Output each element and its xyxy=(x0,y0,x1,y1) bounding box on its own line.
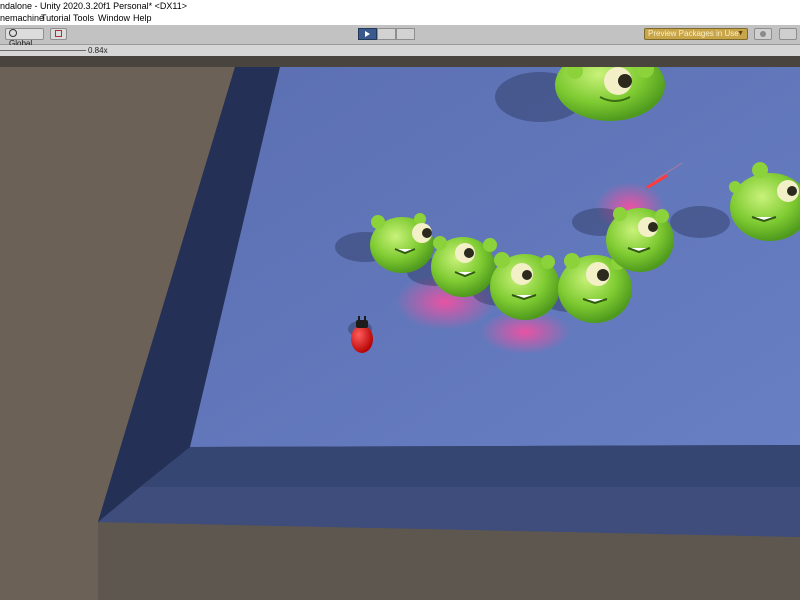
slime-enemy xyxy=(490,252,560,320)
play-controls xyxy=(358,28,416,40)
menu-bar: nemachine Tutorial Tools Window Help xyxy=(0,12,800,25)
preview-packages-label: Preview Packages in Use xyxy=(648,29,739,38)
menu-window[interactable]: Window xyxy=(98,12,130,25)
globe-icon xyxy=(9,29,17,37)
grid-snap-button[interactable] xyxy=(50,28,67,40)
menu-tools[interactable]: Tools xyxy=(73,12,94,25)
account-button[interactable] xyxy=(779,28,797,40)
pivot-rotation-global-button[interactable]: Global xyxy=(5,28,44,48)
menu-help[interactable]: Help xyxy=(133,12,152,25)
game-view-top-edge xyxy=(0,56,800,67)
play-button[interactable] xyxy=(358,28,377,40)
preview-packages-dropdown[interactable]: Preview Packages in Use ▼ xyxy=(644,28,748,40)
pause-button[interactable] xyxy=(377,28,396,40)
step-button[interactable] xyxy=(396,28,415,40)
main-toolbar: Global Preview Packages in Use ▼ xyxy=(0,25,800,48)
window-title-bar: ndalone - Unity 2020.3.20f1 Personal* <D… xyxy=(0,0,800,12)
wall-front-top xyxy=(140,445,800,487)
cloud-button[interactable] xyxy=(754,28,772,40)
menu-tutorial[interactable]: Tutorial xyxy=(41,12,71,25)
chevron-down-icon: ▼ xyxy=(737,30,744,37)
menu-cinemachine[interactable]: nemachine xyxy=(0,12,44,25)
cloud-icon xyxy=(760,31,766,37)
play-icon xyxy=(365,31,370,37)
window-title: ndalone - Unity 2020.3.20f1 Personal* <D… xyxy=(0,1,187,11)
slime-enemy xyxy=(606,207,674,272)
scale-slider[interactable] xyxy=(0,50,86,51)
game-view-toolbar: 0.84x xyxy=(0,45,800,56)
slime-enemy xyxy=(370,213,434,273)
grid-snap-icon xyxy=(55,30,62,37)
game-view[interactable] xyxy=(0,67,800,600)
game-scene xyxy=(0,67,800,600)
scale-value: 0.84x xyxy=(88,46,108,55)
